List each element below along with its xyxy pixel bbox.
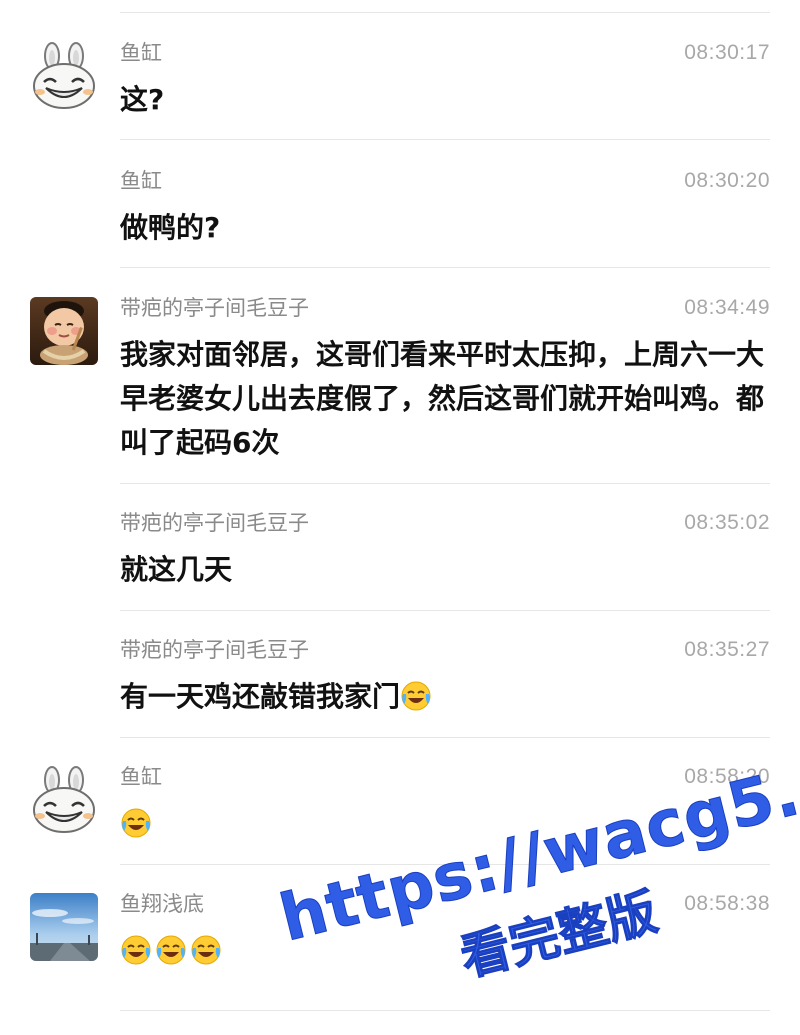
message-time: 08:30:17 xyxy=(684,41,770,64)
laughing-crying-emoji-icon xyxy=(120,934,152,966)
message-text: 这? xyxy=(120,83,165,116)
message-text: 就这几天 xyxy=(120,553,233,586)
message-divider xyxy=(120,737,770,738)
sender-name: 鱼缸 xyxy=(120,41,162,65)
bunny-avatar[interactable] xyxy=(30,42,98,110)
message-content xyxy=(120,929,765,973)
message-time: 08:58:20 xyxy=(684,765,770,788)
top-divider xyxy=(120,12,770,13)
message-content: 有一天鸡还敲错我家门 xyxy=(120,675,765,719)
sender-name: 带疤的亭子间毛豆子 xyxy=(120,511,309,535)
message-divider xyxy=(120,267,770,268)
sender-name: 鱼缸 xyxy=(120,765,162,789)
laughing-crying-emoji-icon xyxy=(190,934,222,966)
watermark: https://wacg5.com 看完整版 xyxy=(239,705,800,1035)
sender-name: 带疤的亭子间毛豆子 xyxy=(120,296,309,320)
message-divider xyxy=(120,864,770,865)
message-text: 做鸭的? xyxy=(120,211,221,244)
laughing-crying-emoji-icon xyxy=(155,934,187,966)
message-text: 我家对面邻居，这哥们看来平时太压抑，上周六一大早老婆女儿出去度假了，然后这哥们就… xyxy=(120,338,765,459)
message-divider xyxy=(120,1010,770,1011)
sender-name: 鱼缸 xyxy=(120,169,162,193)
laughing-crying-emoji-icon xyxy=(400,680,432,712)
message-divider xyxy=(120,610,770,611)
message-divider xyxy=(120,483,770,484)
sender-name: 带疤的亭子间毛豆子 xyxy=(120,638,309,662)
bunny-avatar[interactable] xyxy=(30,766,98,834)
message-time: 08:35:27 xyxy=(684,638,770,661)
sky-avatar[interactable] xyxy=(30,893,98,961)
laughing-crying-emoji-icon xyxy=(120,807,152,839)
message-text: 有一天鸡还敲错我家门 xyxy=(120,680,401,713)
message-divider xyxy=(120,139,770,140)
message-time: 08:35:02 xyxy=(684,511,770,534)
message-time: 08:30:20 xyxy=(684,169,770,192)
baby-avatar[interactable] xyxy=(30,297,98,365)
sender-name: 鱼翔浅底 xyxy=(120,892,204,916)
message-time: 08:58:38 xyxy=(684,892,770,915)
message-content xyxy=(120,802,765,846)
message-time: 08:34:49 xyxy=(684,296,770,319)
